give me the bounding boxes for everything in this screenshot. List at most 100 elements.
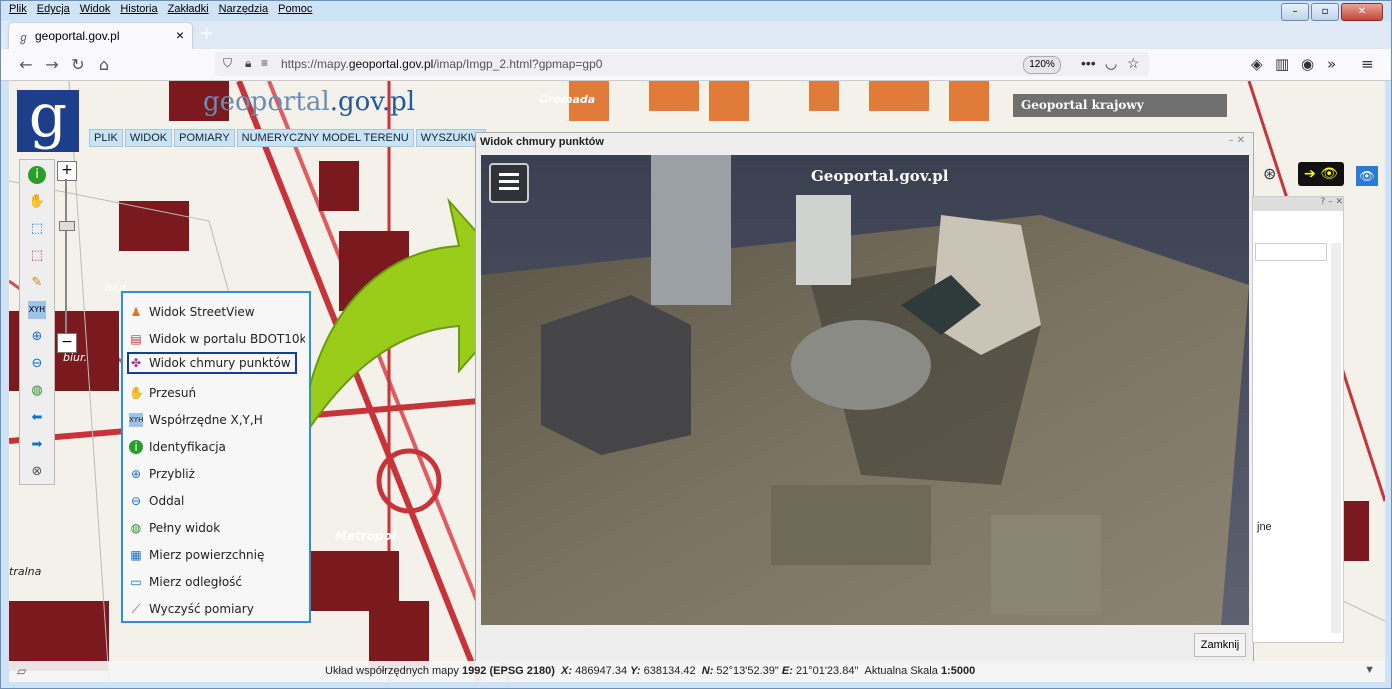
map-toolbar: i ✋ ⬚ ⬚ ✎ XYH ⊕ ⊖ ◍ ⬅ ➡ ⊗: [19, 159, 55, 485]
pencil-icon[interactable]: ✎: [28, 274, 46, 292]
menu-historia[interactable]: Historia: [120, 3, 157, 21]
panel-partial-text: jne: [1257, 521, 1272, 533]
site-main-menu: PLIK WIDOK POMIARY NUMERYCZNY MODEL TERE…: [89, 129, 487, 147]
block-2: [991, 515, 1101, 615]
panel-input[interactable]: [1255, 243, 1327, 261]
tower-1: [651, 155, 731, 305]
status-left-icon[interactable]: ▱: [17, 664, 26, 678]
zoom-minus-button[interactable]: −: [57, 333, 77, 353]
ctx-wyczysc[interactable]: ⟋ Wyczyść pomiary: [129, 598, 305, 620]
eye-toggle-icon[interactable]: ➔ 👁︎: [1298, 162, 1344, 186]
zoom-track[interactable]: [65, 179, 67, 335]
forward-arrow-icon[interactable]: ➡: [28, 436, 46, 454]
app-menu-icon[interactable]: ≡: [1361, 55, 1374, 73]
home-icon[interactable]: ⌂: [93, 55, 115, 74]
zoom-in-icon[interactable]: ⊕: [28, 328, 46, 346]
clear-icon[interactable]: ⊗: [28, 463, 46, 481]
clear-measure-icon: ⟋: [131, 602, 141, 616]
zoom-knob[interactable]: [59, 221, 75, 231]
back-arrow-icon[interactable]: ⬅: [28, 409, 46, 427]
bdot-icon: ▤: [130, 332, 142, 346]
menu-edycja[interactable]: Edycja: [37, 3, 70, 21]
menu-plik-site[interactable]: PLIK: [89, 129, 123, 147]
new-tab-icon[interactable]: +: [199, 23, 214, 44]
panel-header-controls[interactable]: ? – ✕: [1253, 197, 1343, 211]
block-1: [771, 485, 931, 565]
xyh-icon[interactable]: XYH: [28, 301, 46, 319]
ctx-pelny-widok[interactable]: ◍ Pełny widok: [129, 517, 305, 539]
hand-icon[interactable]: ✋: [28, 193, 46, 211]
ctx-mierz-powierzchnie[interactable]: ▦ Mierz powierzchnię: [129, 544, 305, 566]
extension-icon[interactable]: ◈: [1251, 55, 1263, 73]
ctx-streetview[interactable]: ♟ Widok StreetView: [129, 301, 305, 323]
select-red-icon[interactable]: ⬚: [28, 247, 46, 265]
map-label-metropol: Metropol: [335, 529, 396, 543]
zoom-level[interactable]: 120%: [1023, 56, 1061, 74]
sidebar-icon[interactable]: ▥: [1275, 55, 1289, 73]
bookmark-star-icon[interactable]: ☆: [1127, 55, 1140, 72]
menu-narzedzia[interactable]: Narzędzia: [219, 3, 269, 21]
panel-scrollbar[interactable]: [1331, 243, 1341, 633]
target-icon[interactable]: ⊛: [1263, 164, 1276, 183]
zoom-plus-button[interactable]: +: [57, 161, 77, 181]
viewer-menu-button[interactable]: [489, 163, 529, 203]
coordinate-readout: Układ współrzędnych mapy 1992 (EPSG 2180…: [325, 665, 976, 677]
url-bar[interactable]: ⛉ 🔒︎ ≡ https://mapy.geoportal.gov.pl/ima…: [215, 52, 1149, 76]
ctx-pointcloud[interactable]: ✤ Widok chmury punktów: [127, 352, 297, 374]
scroll-down-icon[interactable]: ▼: [1364, 664, 1375, 676]
tab-geoportal[interactable]: ℊ geoportal.gov.pl ×: [9, 23, 192, 49]
building: [119, 201, 189, 251]
zoom-out-icon[interactable]: ⊖: [28, 355, 46, 373]
measure-distance-icon: ▭: [130, 575, 142, 589]
shield-icon[interactable]: ⛉: [223, 56, 232, 71]
ctx-bdot10k[interactable]: ▤ Widok w portalu BDOT10k: [129, 328, 305, 350]
ctx-mierz-odleglosc[interactable]: ▭ Mierz odległość: [129, 571, 305, 593]
streetview-icon: ♟: [130, 305, 142, 319]
ctx-przybliz[interactable]: ⊕ Przybliż: [129, 463, 305, 485]
ctx-oddal[interactable]: ⊖ Oddal: [129, 490, 305, 512]
select-blue-icon[interactable]: ⬚: [28, 220, 46, 238]
reload-icon[interactable]: ↻: [67, 55, 89, 74]
ctx-wspolrzedne[interactable]: XYH Współrzędne X,Y,H: [129, 409, 305, 431]
lock-icon[interactable]: 🔒︎: [245, 56, 251, 71]
pocket-icon[interactable]: ◡: [1105, 55, 1117, 72]
forward-icon[interactable]: →: [41, 55, 63, 74]
close-window-button[interactable]: ✕: [1341, 3, 1383, 21]
visibility-icon[interactable]: 👁︎: [1356, 166, 1378, 186]
hand-icon: ✋: [129, 386, 144, 400]
menu-widok[interactable]: Widok: [80, 3, 111, 21]
close-dialog-button[interactable]: Zamknij: [1194, 633, 1246, 657]
right-side-panel: ? – ✕ jne: [1252, 196, 1344, 643]
minimize-button[interactable]: –: [1281, 3, 1309, 21]
dialog-window-controls[interactable]: – ✕: [1228, 135, 1245, 146]
geoportal-logo[interactable]: g: [17, 86, 79, 152]
tower-3: [541, 295, 691, 455]
menu-nmt[interactable]: NUMERYCZNY MODEL TERENU: [236, 129, 414, 147]
building: [319, 161, 359, 211]
pointcloud-dialog: Widok chmury punktów – ✕ Geoportal.gov.p…: [475, 132, 1254, 663]
info-icon[interactable]: i: [28, 166, 46, 184]
menu-zakladki[interactable]: Zakładki: [168, 3, 209, 21]
globe-icon: ◍: [130, 521, 142, 535]
geoportal-krajowy-banner[interactable]: Geoportal krajowy: [1013, 94, 1227, 117]
globe-icon[interactable]: ◍: [28, 382, 46, 400]
menu-widok-site[interactable]: WIDOK: [124, 129, 173, 147]
overflow-icon[interactable]: »: [1327, 55, 1336, 73]
building-orange: [809, 81, 839, 111]
menu-plik[interactable]: Plik: [9, 3, 27, 21]
close-tab-icon[interactable]: ×: [176, 27, 184, 43]
map-label-gromada: Gromada: [539, 93, 596, 106]
permissions-icon[interactable]: ≡: [261, 56, 268, 70]
pointcloud-viewer[interactable]: Geoportal.gov.pl: [481, 155, 1249, 625]
back-icon[interactable]: ←: [15, 55, 37, 74]
zoom-slider[interactable]: + −: [57, 159, 77, 355]
more-actions-icon[interactable]: •••: [1081, 55, 1096, 71]
menu-pomiary[interactable]: POMIARY: [174, 129, 235, 147]
menu-pomoc[interactable]: Pomoc: [278, 3, 312, 21]
ctx-identyfikacja[interactable]: i Identyfikacja: [129, 436, 305, 458]
tab-title: geoportal.gov.pl: [35, 29, 120, 43]
account-icon[interactable]: ◉: [1301, 55, 1314, 73]
url-text: https://mapy.geoportal.gov.pl/imap/Imgp_…: [281, 57, 603, 71]
ctx-przesun[interactable]: ✋ Przesuń: [129, 382, 305, 404]
maximize-button[interactable]: ▫: [1311, 3, 1339, 21]
